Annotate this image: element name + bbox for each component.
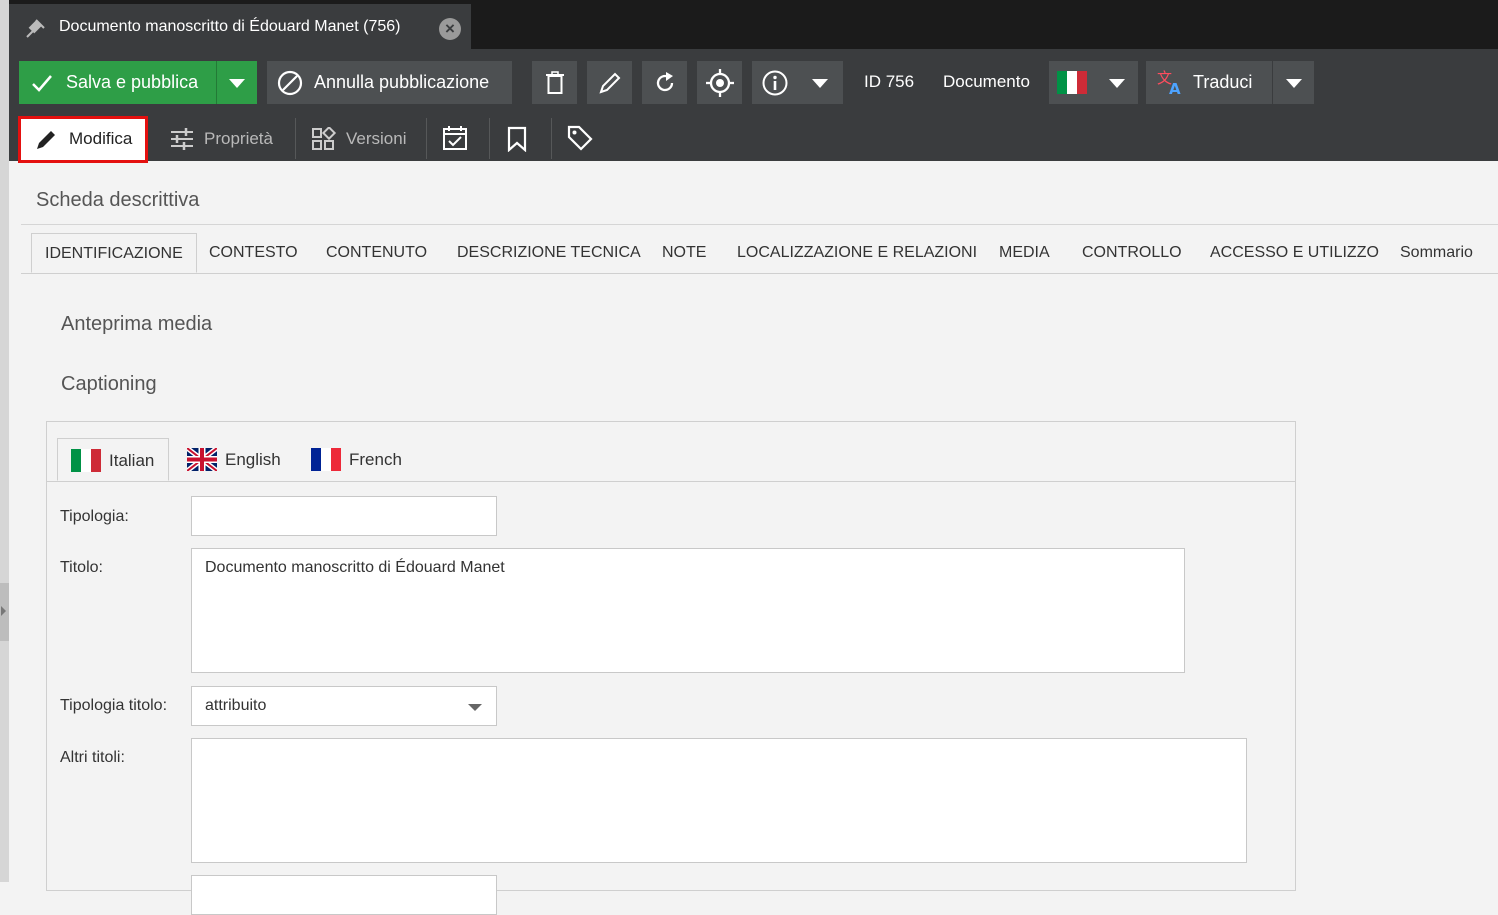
uk-flag-icon	[187, 448, 217, 471]
tab-contenuto[interactable]: CONTENUTO	[326, 233, 427, 273]
tab-contesto[interactable]: CONTESTO	[209, 233, 298, 273]
french-flag-icon	[311, 448, 341, 471]
altri-titoli-textarea[interactable]	[191, 738, 1247, 863]
tab-identificazione[interactable]: IDENTIFICAZIONE	[31, 233, 197, 273]
tab-accesso-utilizzo[interactable]: ACCESSO E UTILIZZO	[1210, 233, 1379, 273]
locate-button[interactable]	[697, 61, 742, 104]
document-tab-bar: Documento manoscritto di Édouard Manet (…	[9, 0, 1498, 49]
tab-english[interactable]: English	[187, 438, 297, 481]
media-preview-heading[interactable]: Anteprima media	[61, 313, 212, 336]
document-id: ID 756	[864, 72, 915, 91]
tab-descrizione-tecnica[interactable]: DESCRIZIONE TECNICA	[457, 233, 641, 273]
calendar-button[interactable]	[442, 116, 470, 161]
secondary-toolbar: Modifica Proprietà Versioni	[9, 116, 609, 163]
target-icon	[706, 69, 734, 97]
chevron-down-icon	[812, 78, 828, 88]
tipologia-label: Tipologia:	[60, 508, 129, 525]
pencil-icon	[37, 131, 55, 149]
info-icon	[762, 70, 788, 96]
pin-icon	[26, 19, 45, 38]
expand-panel-handle[interactable]	[0, 583, 9, 641]
chevron-down-icon	[468, 704, 482, 711]
calendar-check-icon	[443, 126, 467, 150]
tab-french[interactable]: French	[311, 438, 421, 481]
close-tab-icon[interactable]: ×	[439, 18, 461, 40]
properties-tab[interactable]: Proprietà	[169, 116, 294, 161]
section-title: Scheda descrittiva	[36, 189, 200, 211]
pencil-icon	[599, 72, 621, 94]
refresh-button[interactable]	[642, 61, 687, 104]
tag-button[interactable]	[566, 116, 596, 161]
language-selector[interactable]	[1049, 61, 1096, 104]
divider	[295, 118, 296, 159]
svg-text:A: A	[1169, 80, 1181, 96]
ban-icon	[277, 70, 303, 96]
more-options-dropdown[interactable]	[797, 61, 843, 104]
tab-sommario[interactable]: Sommario	[1400, 233, 1473, 273]
sliders-icon	[171, 128, 193, 150]
tipologia-titolo-label: Tipologia titolo:	[60, 697, 168, 714]
divider	[489, 118, 490, 159]
tab-note[interactable]: NOTE	[662, 233, 706, 273]
refresh-icon	[656, 72, 674, 92]
check-icon	[32, 75, 52, 92]
tipologia-titolo-select[interactable]: attribuito	[191, 686, 497, 726]
titolo-textarea[interactable]: Documento manoscritto di Édouard Manet	[191, 548, 1185, 673]
chevron-down-icon	[1109, 78, 1125, 88]
bookmark-button[interactable]	[506, 116, 530, 161]
tab-italian[interactable]: Italian	[57, 438, 169, 481]
tipologia-input[interactable]	[191, 496, 497, 536]
captioning-panel: Italian English French Tipologia: Titolo…	[46, 421, 1296, 915]
document-tab[interactable]: Documento manoscritto di Édouard Manet (…	[9, 4, 471, 49]
divider	[551, 118, 552, 159]
document-tab-title: Documento manoscritto di Édouard Manet (…	[59, 18, 401, 35]
unpublish-button[interactable]: Annulla pubblicazione	[267, 61, 512, 104]
divider	[426, 118, 427, 159]
trash-icon	[546, 71, 564, 94]
titolo-label: Titolo:	[60, 559, 103, 576]
captioning-heading[interactable]: Captioning	[61, 373, 157, 396]
save-publish-button[interactable]: Salva e pubblica	[19, 61, 216, 104]
versions-tab[interactable]: Versioni	[311, 116, 421, 161]
left-gutter	[0, 0, 9, 882]
tab-media[interactable]: MEDIA	[999, 233, 1050, 273]
edit-tab[interactable]: Modifica	[18, 116, 148, 163]
translate-dropdown[interactable]	[1272, 61, 1314, 104]
translate-button[interactable]: 文A Traduci	[1146, 61, 1272, 104]
italian-flag-icon	[71, 449, 101, 472]
language-tabs: Italian English French	[47, 438, 1295, 482]
document-type: Documento	[943, 72, 1030, 91]
main-toolbar: Salva e pubblica Annulla pubblicazione I…	[9, 49, 1498, 163]
edit-button[interactable]	[587, 61, 632, 104]
chevron-down-icon	[1285, 78, 1302, 88]
divider	[21, 224, 1498, 225]
tab-localizzazione-relazioni[interactable]: LOCALIZZAZIONE E RELAZIONI	[737, 233, 977, 273]
tag-icon	[567, 125, 593, 151]
translate-icon: 文A	[1157, 69, 1181, 96]
info-button[interactable]	[752, 61, 797, 104]
save-options-dropdown[interactable]	[216, 61, 257, 104]
chevron-down-icon	[229, 78, 245, 88]
widgets-icon	[312, 127, 337, 150]
language-dropdown[interactable]	[1096, 61, 1138, 104]
delete-button[interactable]	[532, 61, 577, 104]
form-tabs: IDENTIFICAZIONE CONTESTO CONTENUTO DESCR…	[21, 233, 1498, 274]
italian-flag-icon	[1057, 71, 1087, 94]
altri-titoli-label: Altri titoli:	[60, 749, 125, 766]
bookmark-icon	[507, 126, 527, 152]
tab-controllo[interactable]: CONTROLLO	[1082, 233, 1182, 273]
next-field-input[interactable]	[191, 875, 497, 915]
